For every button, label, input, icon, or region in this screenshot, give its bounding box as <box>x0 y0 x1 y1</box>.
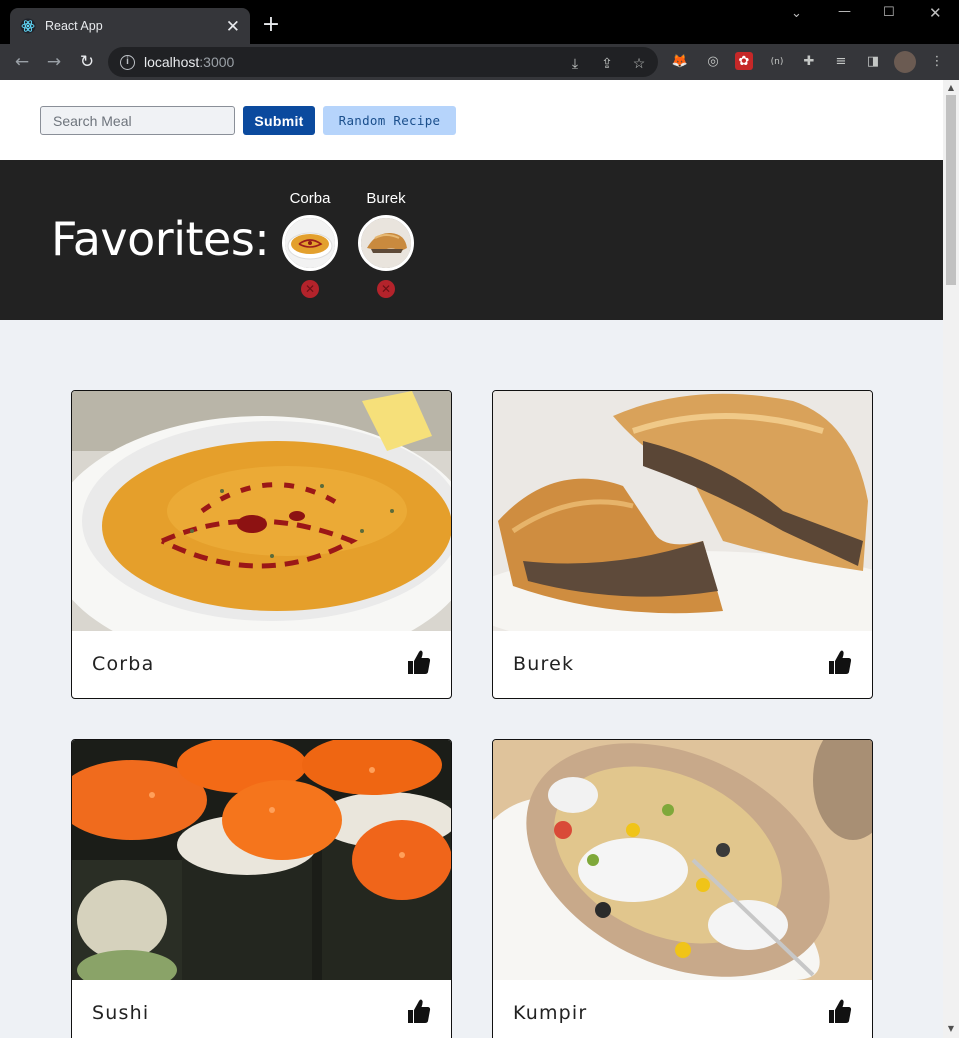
favorite-item-burek: Burek ✕ <box>356 190 416 298</box>
more-menu-icon[interactable]: ⋮ <box>927 52 947 72</box>
extensions-puzzle-icon[interactable]: ✚ <box>799 52 819 72</box>
scroll-up-arrow-icon[interactable]: ▲ <box>943 83 959 92</box>
remove-favorite-burek-icon[interactable]: ✕ <box>377 280 395 298</box>
favorite-thumbnail-corba[interactable] <box>282 215 338 271</box>
remove-favorite-corba-icon[interactable]: ✕ <box>301 280 319 298</box>
url-port: :3000 <box>199 54 235 70</box>
metamask-fox-icon[interactable]: 🦊 <box>670 52 690 72</box>
thumbs-up-icon[interactable] <box>828 649 852 675</box>
thumbs-up-icon[interactable] <box>407 998 431 1024</box>
share-icon[interactable]: ⇪ <box>598 54 616 72</box>
close-window-icon[interactable]: ✕ <box>929 4 942 22</box>
meal-image-sushi <box>72 740 451 980</box>
thumbs-up-icon[interactable] <box>407 649 431 675</box>
reading-list-icon[interactable]: ≡ <box>831 52 851 72</box>
side-panel-icon[interactable]: ◨ <box>863 52 883 72</box>
browser-toolbar: ← → ↻ i localhost:3000 ⤓ ⇪ ☆ 🦊 ◎ ✿ (n) ✚… <box>0 44 959 80</box>
browser-titlebar: React App ✕ + ⌄ — ☐ ✕ <box>0 0 959 44</box>
meal-title: Sushi <box>92 1002 150 1024</box>
meal-title: Corba <box>92 653 155 675</box>
extension-target-icon[interactable]: ◎ <box>703 52 723 72</box>
tab-close-icon[interactable]: ✕ <box>226 18 240 35</box>
favorite-name: Corba <box>289 190 331 207</box>
favorite-name: Burek <box>366 190 406 207</box>
submit-button[interactable]: Submit <box>243 106 315 135</box>
meal-image-kumpir <box>493 740 872 980</box>
tab-title: React App <box>45 19 103 33</box>
react-logo-icon <box>20 18 36 34</box>
meal-card-sushi[interactable]: Sushi <box>71 739 452 1038</box>
random-recipe-button[interactable]: Random Recipe <box>323 106 456 135</box>
reload-icon[interactable]: ↻ <box>75 50 99 74</box>
install-app-icon[interactable]: ⤓ <box>566 54 584 72</box>
address-bar[interactable]: i localhost:3000 ⤓ ⇪ ☆ <box>108 47 658 77</box>
favorites-section: Favorites: Corba ✕ Burek ✕ <box>0 160 943 320</box>
bookmark-star-icon[interactable]: ☆ <box>630 54 648 72</box>
meal-card-corba[interactable]: Corba <box>71 390 452 699</box>
tab-search-chevron-icon[interactable]: ⌄ <box>791 6 802 21</box>
scrollbar-thumb[interactable] <box>946 95 956 285</box>
profile-avatar[interactable] <box>894 51 916 73</box>
meal-image-burek <box>493 391 872 631</box>
meal-image-corba <box>72 391 451 631</box>
search-meal-input[interactable] <box>40 106 235 135</box>
site-info-icon[interactable]: i <box>120 54 135 70</box>
favorites-title: Favorites: <box>51 212 270 266</box>
favorite-thumbnail-burek[interactable] <box>358 215 414 271</box>
maximize-icon[interactable]: ☐ <box>883 5 895 20</box>
minimize-icon[interactable]: — <box>838 4 851 19</box>
thumbs-up-icon[interactable] <box>828 998 852 1024</box>
favorite-item-corba: Corba ✕ <box>280 190 340 298</box>
meal-card-burek[interactable]: Burek <box>492 390 873 699</box>
extension-red-icon[interactable]: ✿ <box>735 52 753 70</box>
search-bar: Submit Random Recipe <box>0 80 943 160</box>
browser-tab[interactable]: React App ✕ <box>10 8 250 44</box>
meal-title: Kumpir <box>513 1002 588 1024</box>
back-arrow-icon[interactable]: ← <box>10 50 34 74</box>
extension-redux-icon[interactable]: (n) <box>767 52 787 72</box>
forward-arrow-icon[interactable]: → <box>42 50 66 74</box>
new-tab-plus-icon[interactable]: + <box>258 12 284 38</box>
scroll-down-arrow-icon[interactable]: ▼ <box>943 1024 959 1033</box>
url-host: localhost <box>144 54 200 70</box>
meal-card-kumpir[interactable]: Kumpir <box>492 739 873 1038</box>
meal-title: Burek <box>513 653 575 675</box>
page-scrollbar[interactable]: ▲ ▼ <box>943 80 959 1038</box>
page-viewport: Submit Random Recipe Favorites: Corba ✕ … <box>0 80 943 1038</box>
